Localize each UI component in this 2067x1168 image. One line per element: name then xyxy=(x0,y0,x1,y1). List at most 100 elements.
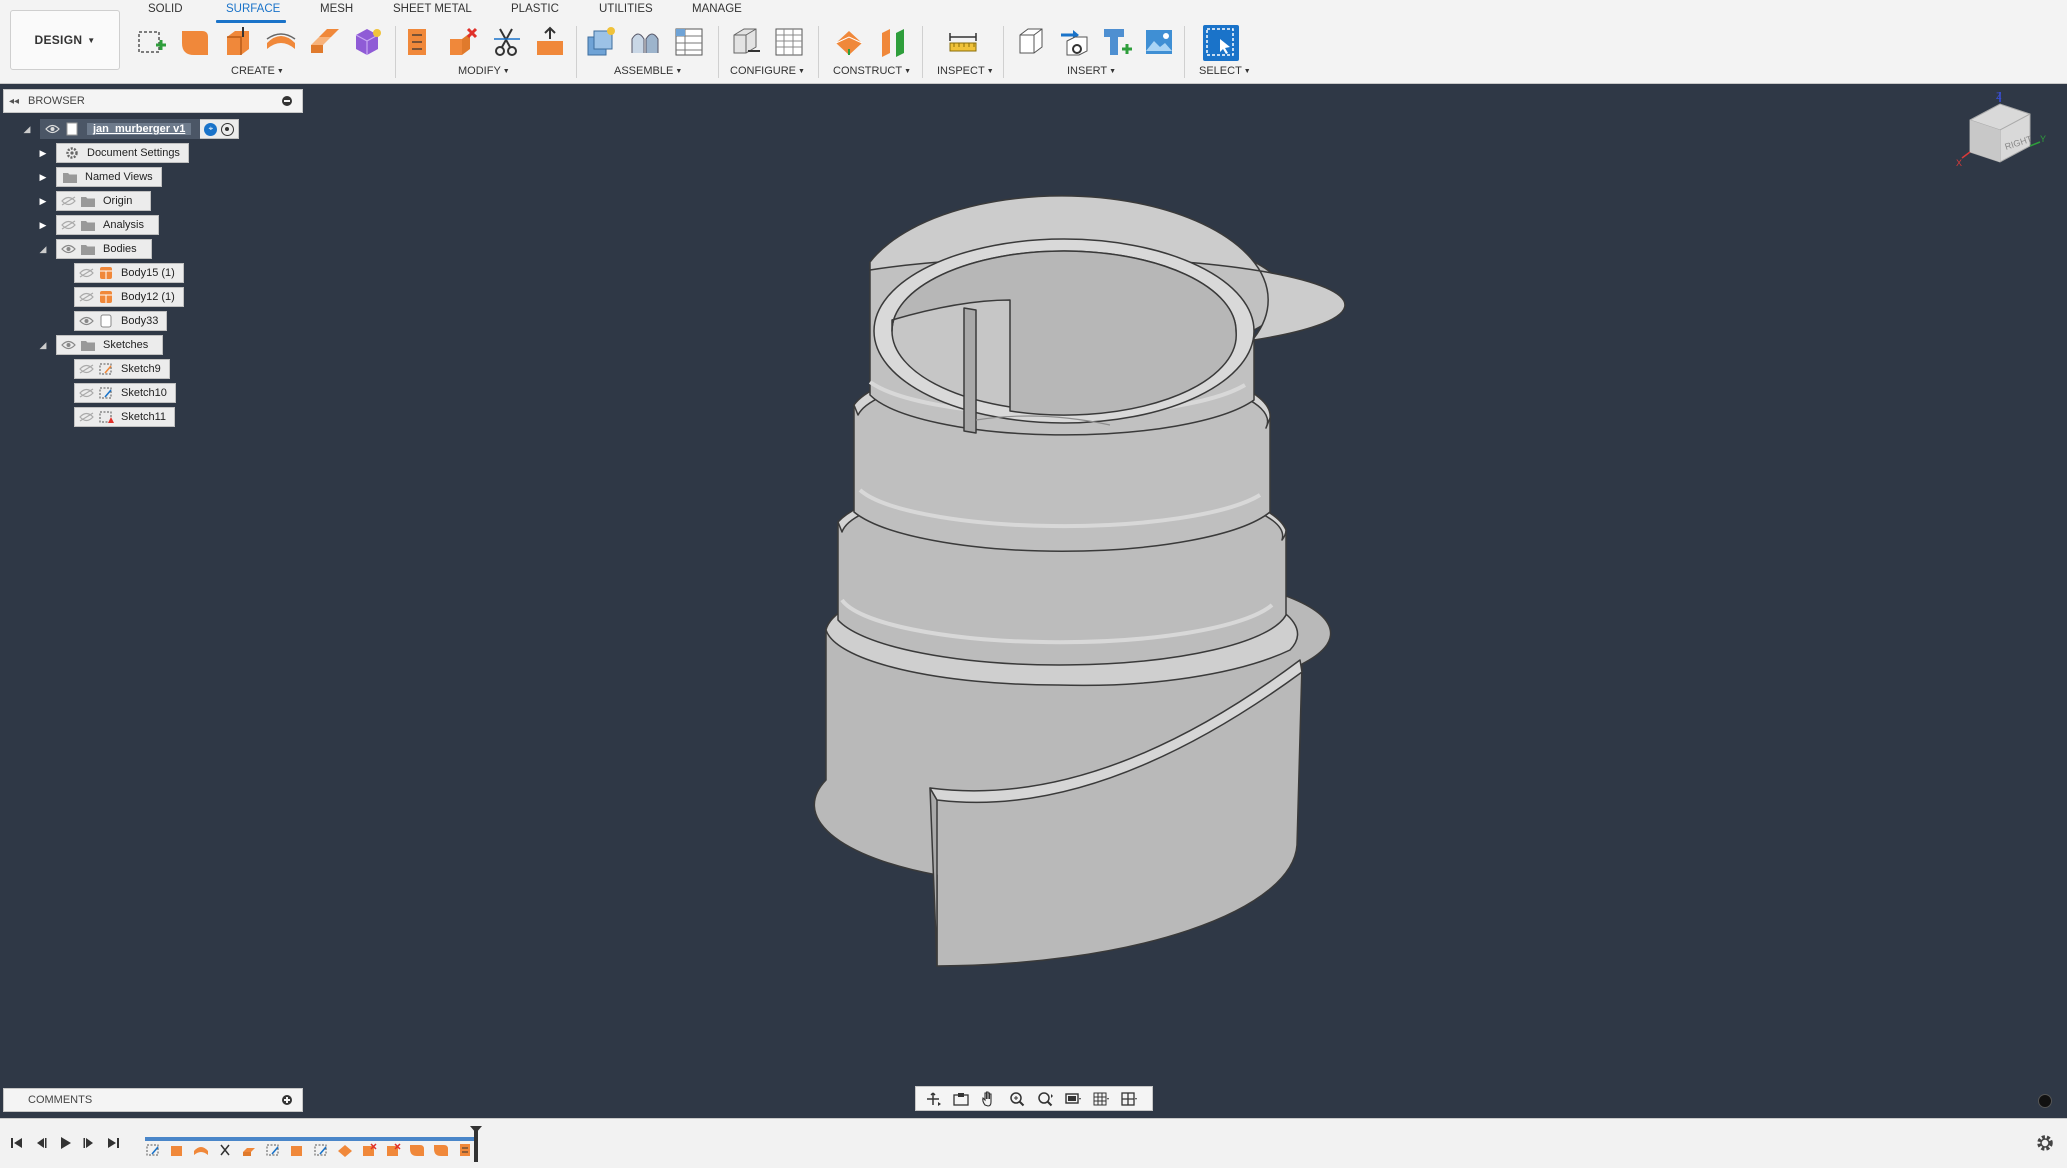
tree-node[interactable]: Named Views xyxy=(56,167,162,187)
timeline-extrude-icon[interactable] xyxy=(289,1143,305,1157)
step-back-icon[interactable] xyxy=(32,1134,50,1152)
gear-icon[interactable] xyxy=(2035,1133,2055,1153)
timeline-trim-icon[interactable] xyxy=(217,1143,233,1157)
tree-item-bodies[interactable]: ◢ Bodies xyxy=(36,239,152,259)
tree-node[interactable]: Bodies xyxy=(56,239,152,259)
measure-icon[interactable] xyxy=(946,25,980,59)
timeline-track[interactable] xyxy=(145,1129,475,1159)
tree-item-analysis[interactable]: ▶ Analysis xyxy=(36,215,159,235)
tree-item-named-views[interactable]: ▶ Named Views xyxy=(36,167,162,187)
timeline-sweep-icon[interactable] xyxy=(241,1143,257,1157)
collapse-panel-icon[interactable]: ◂◂ xyxy=(4,96,24,107)
timeline-revolve-icon[interactable] xyxy=(193,1143,209,1157)
construct-menu[interactable]: CONSTRUCT ▼ xyxy=(833,65,911,77)
visibility-eye-icon[interactable] xyxy=(75,360,97,378)
patch-icon[interactable] xyxy=(178,25,212,59)
expand-triangle-icon[interactable]: ▶ xyxy=(36,194,50,208)
expand-triangle-icon[interactable]: ▶ xyxy=(36,170,50,184)
insert-canvas-image-icon[interactable] xyxy=(1142,25,1176,59)
orbit-icon[interactable] xyxy=(922,1090,944,1108)
timeline-delete-face-icon[interactable] xyxy=(361,1143,377,1157)
sweep-icon[interactable] xyxy=(307,25,341,59)
timeline-press-pull-icon[interactable] xyxy=(457,1143,473,1157)
configure-menu[interactable]: CONFIGURE ▼ xyxy=(730,65,805,77)
joint-icon[interactable] xyxy=(628,25,662,59)
tree-item-sketch9[interactable]: Sketch9 xyxy=(74,359,170,379)
visibility-eye-icon[interactable] xyxy=(75,264,97,282)
tree-node[interactable]: Body12 (1) xyxy=(74,287,184,307)
visibility-eye-icon[interactable] xyxy=(41,120,63,138)
insert-derive-icon[interactable] xyxy=(1014,25,1048,59)
timeline-sketch-icon[interactable] xyxy=(265,1143,281,1157)
tab-mesh[interactable]: MESH xyxy=(320,3,353,20)
workspace-switcher-button[interactable]: DESIGN ▼ xyxy=(10,10,120,70)
midplane-icon[interactable] xyxy=(876,25,910,59)
select-tool-icon[interactable] xyxy=(1203,25,1239,61)
expand-triangle-icon[interactable]: ▶ xyxy=(36,218,50,232)
go-to-start-icon[interactable] xyxy=(8,1134,26,1152)
timeline-marker[interactable] xyxy=(470,1126,482,1162)
display-settings-icon[interactable] xyxy=(1062,1090,1084,1108)
create-menu[interactable]: CREATE ▼ xyxy=(231,65,284,77)
timeline-delete-face-icon[interactable] xyxy=(385,1143,401,1157)
tab-manage[interactable]: MANAGE xyxy=(692,3,742,20)
tree-node[interactable]: Body33 xyxy=(74,311,168,331)
visibility-eye-icon[interactable] xyxy=(57,240,79,258)
insert-menu[interactable]: INSERT ▼ xyxy=(1067,65,1116,77)
timeline-extrude-icon[interactable] xyxy=(169,1143,185,1157)
visibility-eye-icon[interactable] xyxy=(75,408,97,426)
pan-hand-icon[interactable] xyxy=(978,1090,1000,1108)
add-comment-icon[interactable] xyxy=(282,1095,292,1105)
tree-node[interactable]: Origin xyxy=(56,191,152,211)
tree-node[interactable]: Sketches xyxy=(56,335,164,355)
inspect-menu[interactable]: INSPECT ▼ xyxy=(937,65,994,77)
visibility-eye-icon[interactable] xyxy=(75,312,97,330)
tree-node[interactable]: Analysis xyxy=(56,215,159,235)
visibility-eye-icon[interactable] xyxy=(57,216,79,234)
extrude-icon[interactable] xyxy=(221,25,255,59)
tree-item-document-settings[interactable]: ▶ Document Settings xyxy=(36,143,189,163)
tree-item-body33[interactable]: Body33 xyxy=(74,311,168,331)
tree-node[interactable]: Body15 (1) xyxy=(74,263,184,283)
bill-of-materials-icon[interactable] xyxy=(672,25,706,59)
assemble-menu[interactable]: ASSEMBLE ▼ xyxy=(614,65,682,77)
press-pull-icon[interactable] xyxy=(402,25,436,59)
visibility-eye-icon[interactable] xyxy=(75,384,97,402)
component-badge-icon[interactable]: ⌖ xyxy=(204,122,218,136)
tree-node[interactable]: Sketch10 xyxy=(74,383,176,403)
tree-item-body12[interactable]: Body12 (1) xyxy=(74,287,184,307)
expand-triangle-icon[interactable]: ◢ xyxy=(36,338,50,352)
expand-triangle-icon[interactable]: ◢ xyxy=(36,242,50,256)
look-at-icon[interactable] xyxy=(950,1090,972,1108)
expand-triangle-icon[interactable]: ▶ xyxy=(36,146,50,160)
zoom-icon[interactable] xyxy=(1034,1090,1056,1108)
viewports-icon[interactable] xyxy=(1118,1090,1140,1108)
insert-component-icon[interactable] xyxy=(1100,25,1134,59)
tree-item-sketch10[interactable]: Sketch10 xyxy=(74,383,176,403)
timeline-patch-icon[interactable] xyxy=(433,1143,449,1157)
configure-design-icon[interactable] xyxy=(728,25,762,59)
zoom-window-icon[interactable] xyxy=(1006,1090,1028,1108)
minimize-panel-icon[interactable] xyxy=(282,96,292,106)
tree-item-sketches[interactable]: ◢ Sketches xyxy=(36,335,164,355)
tab-plastic[interactable]: PLASTIC xyxy=(511,3,559,20)
tab-sheet-metal[interactable]: SHEET METAL xyxy=(393,3,472,20)
new-component-icon[interactable] xyxy=(584,25,618,59)
extend-icon[interactable] xyxy=(533,25,567,59)
viewcube[interactable]: RIGHT Z Y X xyxy=(1950,90,2050,190)
create-sketch-icon[interactable] xyxy=(134,25,168,59)
tree-node[interactable]: Sketch11 xyxy=(74,407,176,427)
offset-plane-icon[interactable] xyxy=(832,25,866,59)
visibility-eye-icon[interactable] xyxy=(57,192,79,210)
activate-radio-icon[interactable] xyxy=(221,122,235,136)
tab-utilities[interactable]: UTILITIES xyxy=(599,3,653,20)
timeline-patch-icon[interactable] xyxy=(409,1143,425,1157)
configuration-table-icon[interactable] xyxy=(772,25,806,59)
visibility-eye-icon[interactable] xyxy=(57,336,79,354)
revolve-icon[interactable] xyxy=(264,25,298,59)
tree-item-sketch11[interactable]: Sketch11 xyxy=(74,407,176,427)
timeline-sketch-icon[interactable] xyxy=(313,1143,329,1157)
grid-settings-icon[interactable] xyxy=(1090,1090,1112,1108)
insert-mcmaster-icon[interactable] xyxy=(1057,25,1091,59)
tree-node[interactable]: Sketch9 xyxy=(74,359,170,379)
